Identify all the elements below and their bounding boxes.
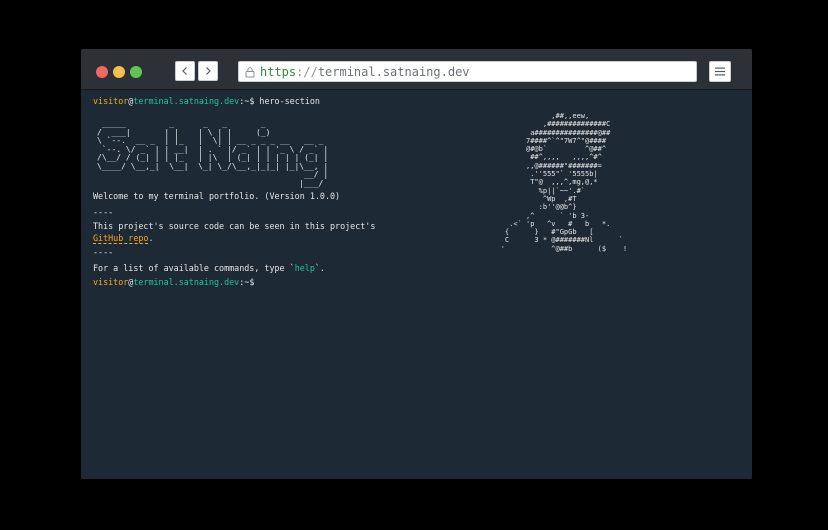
help-command: help: [294, 263, 315, 273]
lock-icon: [245, 66, 255, 77]
back-button[interactable]: [175, 61, 195, 81]
menu-button[interactable]: [709, 61, 731, 82]
repo-suffix: .: [148, 233, 154, 243]
help-prefix: For a list of available commands, type `: [93, 263, 295, 273]
chevron-right-icon: [206, 67, 211, 75]
hamburger-menu-icon: [715, 67, 725, 76]
prompt-suffix: :~$: [239, 277, 260, 287]
history-command: hero-section: [259, 96, 320, 106]
divider-text-2: ----: [93, 247, 114, 257]
prompt-host: terminal.satnaing.dev: [133, 277, 240, 287]
browser-window: https://terminal.satnaing.dev visitor@te…: [81, 49, 752, 479]
close-window-button[interactable]: [96, 66, 108, 78]
ascii-portrait: ,##,,eew, ,##############C a############…: [500, 112, 628, 253]
address-bar[interactable]: https://terminal.satnaing.dev: [238, 61, 697, 82]
forward-button[interactable]: [198, 61, 218, 81]
url-separator: ://: [296, 64, 318, 79]
url-scheme: https: [260, 64, 297, 79]
name-banner: _____ _ _ _ _ / ___| | | | \ | | (_) \ `…: [97, 119, 329, 188]
help-line: For a list of available commands, type `…: [93, 262, 325, 275]
title-bar: https://terminal.satnaing.dev: [81, 49, 752, 90]
help-suffix: `.: [314, 263, 325, 273]
active-prompt-line[interactable]: visitor@terminal.satnaing.dev:~$: [93, 276, 259, 289]
prompt-user: visitor: [93, 96, 129, 106]
minimize-window-button[interactable]: [113, 66, 125, 78]
url-host: terminal.satnaing.dev: [317, 64, 470, 79]
welcome-text: Welcome to my terminal portfolio. (Versi…: [93, 191, 341, 201]
divider-text: ----: [93, 207, 114, 217]
maximize-window-button[interactable]: [130, 66, 142, 78]
chevron-left-icon: [182, 67, 187, 75]
prompt-user: visitor: [93, 277, 129, 287]
github-repo-link[interactable]: GitHub repo: [93, 233, 148, 243]
history-prompt-line: visitor@terminal.satnaing.dev:~$ hero-se…: [93, 95, 320, 108]
prompt-host: terminal.satnaing.dev: [133, 96, 240, 106]
prompt-suffix: :~$: [239, 96, 260, 106]
repo-line: GitHub repo.: [93, 232, 154, 245]
terminal[interactable]: visitor@terminal.satnaing.dev:~$ hero-se…: [81, 90, 752, 479]
